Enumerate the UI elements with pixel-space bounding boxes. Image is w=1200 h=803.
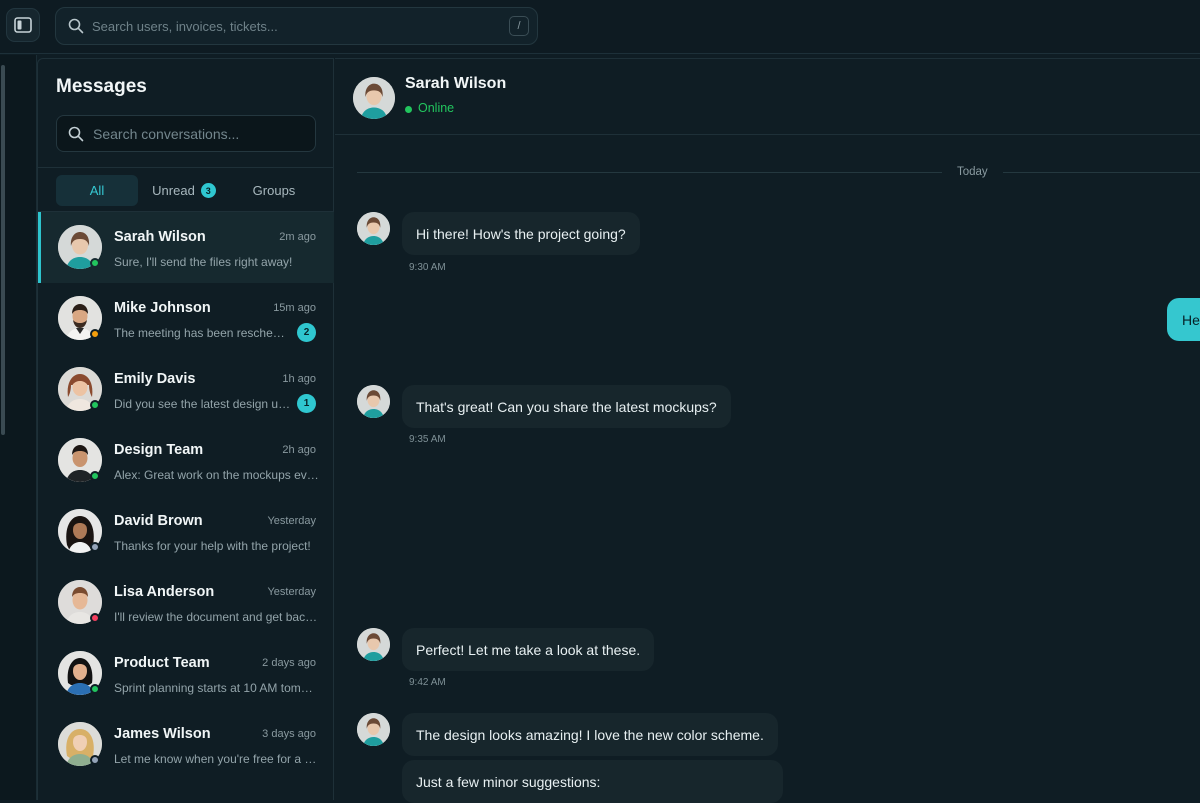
search-icon (68, 18, 84, 34)
search-icon (68, 126, 84, 142)
conversation-preview: Alex: Great work on the mockups everyone… (114, 468, 319, 482)
conversation-name: James Wilson (114, 726, 211, 742)
conversation-time: 3 days ago (262, 728, 316, 740)
tab-label: All (89, 183, 105, 198)
unread-badge: 1 (297, 394, 316, 413)
global-search[interactable]: / (55, 7, 538, 45)
sidebar-toggle-icon (14, 17, 32, 33)
conversation-item[interactable]: Emily Davis 1h ago Did you see the lates… (38, 354, 334, 425)
rail-scrollbar[interactable] (1, 65, 5, 435)
incoming-message[interactable]: Perfect! Let me take a look at these. (402, 628, 655, 671)
conversation-item[interactable]: Product Team 2 days ago Sprint planning … (38, 638, 334, 709)
contact-avatar[interactable] (353, 77, 395, 119)
conversation-search-input[interactable] (93, 116, 308, 151)
conversation-time: 2m ago (279, 231, 316, 243)
conversation-item[interactable]: Lisa Anderson Yesterday I'll review the … (38, 567, 334, 638)
incoming-message[interactable]: That's great! Can you share the latest m… (402, 385, 731, 428)
offline-status-dot (90, 755, 100, 765)
conversation-name: Design Team (114, 442, 204, 458)
messages-sidebar: Messages All Unread 3 Groups Sarah Wilso… (37, 58, 334, 800)
message-text: Perfect! Let me take a look at these. (416, 641, 641, 658)
message-time: 9:35 AM (409, 434, 446, 445)
unread-count-badge: 3 (200, 183, 216, 198)
sender-avatar (357, 713, 390, 746)
sender-avatar (357, 385, 390, 418)
online-status-dot (405, 106, 412, 113)
message-time: 9:30 AM (409, 262, 446, 273)
conversation-name: Emily Davis (114, 371, 196, 387)
incoming-message[interactable]: The design looks amazing! I love the new… (402, 713, 778, 756)
conversation-time: 15m ago (273, 302, 316, 314)
away-status-dot (90, 329, 100, 339)
message-text: Hi there! How's the project going? (416, 225, 626, 242)
conversation-name: Lisa Anderson (114, 584, 215, 600)
unread-badge: 2 (297, 323, 316, 342)
conversation-time: 2 days ago (262, 657, 316, 669)
conversation-name: Sarah Wilson (114, 229, 206, 245)
tab-unread[interactable]: Unread 3 (144, 175, 224, 206)
online-status-dot (90, 258, 100, 268)
sender-avatar (357, 212, 390, 245)
conversation-name: Mike Johnson (114, 300, 211, 316)
filter-tabs: All Unread 3 Groups (56, 175, 316, 206)
tab-label: Unread (152, 183, 195, 198)
online-status-dot (90, 471, 100, 481)
search-shortcut-key: / (509, 16, 529, 36)
conversation-preview: The meeting has been rescheduled (114, 326, 291, 340)
tab-all[interactable]: All (56, 175, 138, 206)
day-separator-line (1003, 172, 1200, 173)
conversation-time: 1h ago (282, 373, 316, 385)
conversation-preview: Sure, I'll send the files right away! (114, 255, 293, 269)
conversation-preview: I'll review the document and get back to… (114, 610, 319, 624)
conversation-item[interactable]: James Wilson 3 days ago Let me know when… (38, 709, 334, 780)
contact-name: Sarah Wilson (405, 75, 507, 92)
outgoing-message[interactable]: Hey (1167, 298, 1200, 341)
message-text: Hey (1182, 311, 1200, 328)
sidebar-title: Messages (56, 76, 147, 97)
sidebar-toggle-button[interactable] (6, 8, 40, 42)
offline-status-dot (90, 542, 100, 552)
conversation-item[interactable]: David Brown Yesterday Thanks for your he… (38, 496, 334, 567)
conversation-item[interactable]: Mike Johnson 15m ago The meeting has bee… (38, 283, 334, 354)
day-separator-line (357, 172, 942, 173)
busy-status-dot (90, 613, 100, 623)
conversation-time: 2h ago (282, 444, 316, 456)
message-time: 9:42 AM (409, 677, 446, 688)
chat-header: Sarah Wilson Online (335, 59, 1200, 135)
divider (38, 167, 334, 168)
conversation-preview: Let me know when you're free for a call (114, 752, 319, 766)
conversation-item[interactable]: Design Team 2h ago Alex: Great work on t… (38, 425, 334, 496)
contact-status: Online (418, 101, 455, 115)
incoming-message[interactable]: Hi there! How's the project going? (402, 212, 640, 255)
conversation-preview: Did you see the latest design updates? (114, 397, 291, 411)
online-status-dot (90, 400, 100, 410)
sender-avatar (357, 628, 390, 661)
conversation-time: Yesterday (267, 586, 316, 598)
online-status-dot (90, 684, 100, 694)
conversation-search[interactable] (56, 115, 316, 152)
chat-panel: Sarah Wilson Online Today Hi there! How'… (335, 58, 1200, 803)
conversation-preview: Thanks for your help with the project! (114, 539, 311, 553)
top-bar: / (0, 0, 1200, 54)
message-text: The design looks amazing! I love the new… (416, 726, 764, 743)
tab-label: Groups (252, 183, 296, 198)
left-rail (0, 55, 37, 800)
day-label: Today (957, 166, 988, 178)
tab-groups[interactable]: Groups (232, 175, 316, 206)
conversation-name: Product Team (114, 655, 210, 671)
message-text: Just a few minor suggestions: (416, 773, 601, 790)
conversation-preview: Sprint planning starts at 10 AM tomorrow (114, 681, 319, 695)
conversation-item[interactable]: Sarah Wilson 2m ago Sure, I'll send the … (38, 212, 334, 283)
global-search-input[interactable] (92, 8, 492, 44)
message-text: That's great! Can you share the latest m… (416, 398, 717, 415)
conversation-name: David Brown (114, 513, 203, 529)
conversation-time: Yesterday (267, 515, 316, 527)
incoming-message[interactable]: Just a few minor suggestions: (402, 760, 783, 803)
